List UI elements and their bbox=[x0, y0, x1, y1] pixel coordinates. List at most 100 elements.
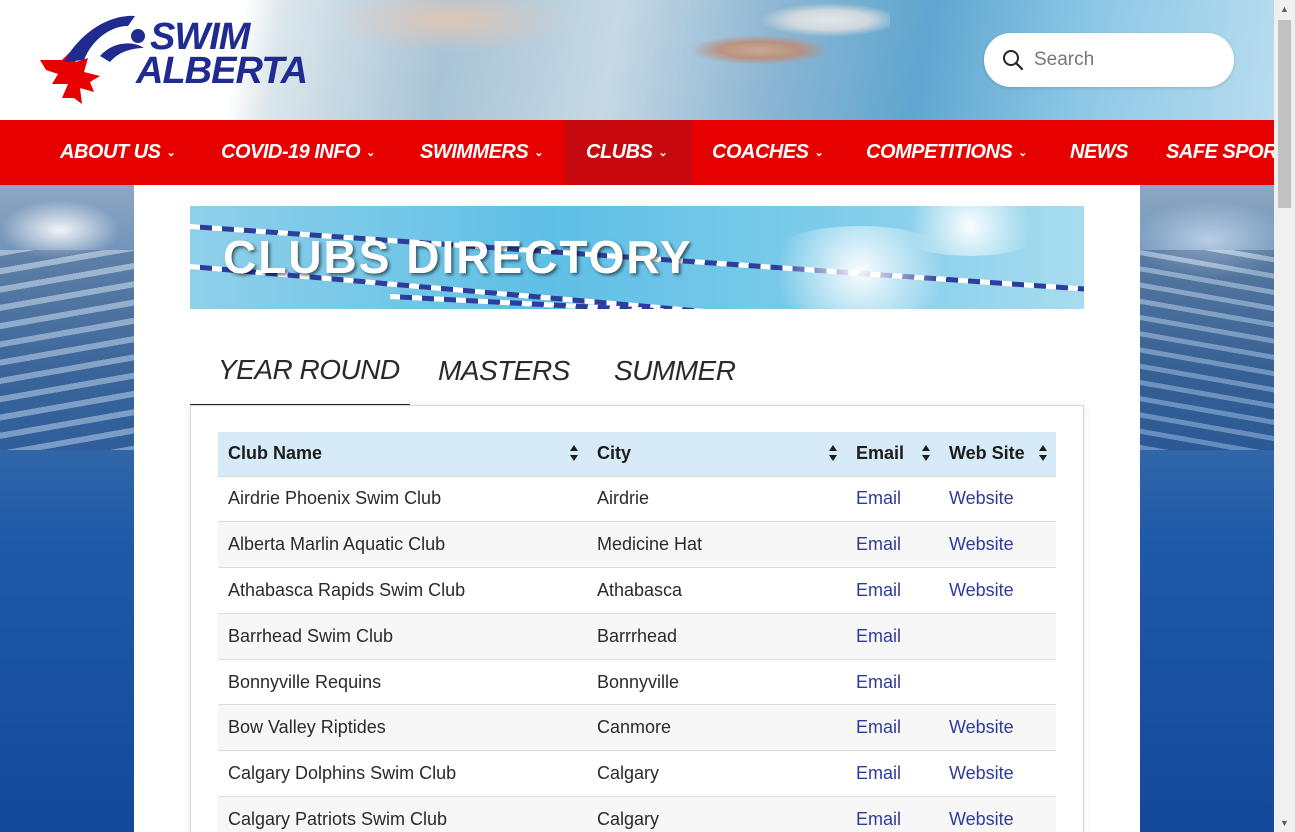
column-header-club-name[interactable]: Club Name bbox=[218, 432, 587, 476]
cell-city: Canmore bbox=[587, 704, 846, 751]
vertical-scrollbar[interactable]: ▲ ▼ bbox=[1274, 0, 1295, 832]
nav-item-label: SWIMMERS bbox=[420, 141, 529, 163]
nav-item-competitions[interactable]: COMPETITIONS ⌄ bbox=[846, 120, 1049, 185]
cell-website: Website bbox=[939, 750, 1056, 797]
nav-item-safe-sport[interactable]: SAFE SPOR bbox=[1146, 120, 1274, 185]
scroll-down-arrow-icon[interactable]: ▼ bbox=[1274, 814, 1295, 832]
email-link[interactable]: Email bbox=[856, 672, 901, 692]
scroll-up-arrow-icon[interactable]: ▲ bbox=[1274, 0, 1295, 18]
cell-club-name: Athabasca Rapids Swim Club bbox=[218, 567, 587, 614]
chevron-down-icon: ⌄ bbox=[1018, 147, 1027, 159]
cell-club-name: Bow Valley Riptides bbox=[218, 704, 587, 751]
website-link[interactable]: Website bbox=[949, 488, 1014, 508]
cell-email: Email bbox=[846, 475, 939, 522]
cell-club-name: Alberta Marlin Aquatic Club bbox=[218, 521, 587, 568]
search-input[interactable] bbox=[1034, 49, 1214, 71]
tab-summer[interactable]: SUMMER bbox=[614, 335, 736, 406]
cell-club-name: Barrhead Swim Club bbox=[218, 612, 587, 660]
nav-item-swimmers[interactable]: SWIMMERS ⌄ bbox=[360, 120, 565, 185]
cell-city: Calgary bbox=[587, 796, 846, 832]
clubs-table-container: Club Name City Email Web Site Airdrie Ph… bbox=[190, 405, 1084, 832]
website-link[interactable]: Website bbox=[949, 763, 1014, 783]
nav-item-coaches[interactable]: COACHES ⌄ bbox=[692, 120, 845, 185]
email-link[interactable]: Email bbox=[856, 626, 901, 646]
nav-item-news[interactable]: NEWS bbox=[1050, 120, 1150, 185]
table-row: Alberta Marlin Aquatic Club Medicine Hat… bbox=[218, 521, 1056, 568]
site-header: SWIM ALBERTA bbox=[0, 0, 1274, 120]
nav-item-label: CLUBS bbox=[586, 141, 653, 163]
sort-icon bbox=[570, 445, 578, 461]
column-header-label: Club Name bbox=[228, 443, 323, 464]
email-link[interactable]: Email bbox=[856, 763, 901, 783]
nav-item-label: COMPETITIONS bbox=[866, 141, 1013, 163]
chevron-down-icon: ⌄ bbox=[534, 147, 543, 159]
table-row: Athabasca Rapids Swim Club Athabasca Ema… bbox=[218, 567, 1056, 614]
email-link[interactable]: Email bbox=[856, 717, 901, 737]
cell-club-name: Bonnyville Requins bbox=[218, 658, 587, 705]
table-row: Calgary Dolphins Swim Club Calgary Email… bbox=[218, 750, 1056, 797]
email-link[interactable]: Email bbox=[856, 488, 901, 508]
chevron-down-icon: ⌄ bbox=[814, 147, 824, 159]
cell-email: Email bbox=[846, 750, 939, 797]
logo-text-alberta: ALBERTA bbox=[136, 50, 308, 92]
swim-alberta-logo[interactable]: SWIM ALBERTA bbox=[40, 12, 308, 107]
cell-city: Calgary bbox=[587, 750, 846, 797]
cell-club-name: Airdrie Phoenix Swim Club bbox=[218, 475, 587, 522]
cell-email: Email bbox=[846, 612, 939, 660]
website-link[interactable]: Website bbox=[949, 717, 1014, 737]
nav-item-label: NEWS bbox=[1070, 141, 1129, 163]
main-nav: ABOUT US ⌄ COVID-19 INFO ⌄ SWIMMERS ⌄ CLUBS… bbox=[0, 120, 1274, 185]
lane-rope bbox=[389, 294, 1084, 309]
email-link[interactable]: Email bbox=[856, 809, 901, 829]
cell-email: Email bbox=[846, 658, 939, 705]
cell-email: Email bbox=[846, 704, 939, 751]
nav-item-label: SAFE SPOR bbox=[1166, 141, 1274, 163]
nav-item-label: ABOUT US bbox=[60, 141, 161, 163]
cell-website bbox=[939, 612, 1056, 660]
cell-website: Website bbox=[939, 796, 1056, 832]
column-header-city[interactable]: City bbox=[587, 432, 846, 476]
column-header-label: Web Site bbox=[949, 443, 1025, 464]
page-title: CLUBS DIRECTORY bbox=[223, 231, 693, 283]
table-row: Bow Valley Riptides Canmore Email Websit… bbox=[218, 704, 1056, 751]
nav-item-label: COACHES bbox=[712, 141, 809, 163]
tab-masters[interactable]: MASTERS bbox=[438, 335, 570, 406]
nav-item-label: COVID-19 INFO bbox=[221, 141, 361, 163]
cell-website: Website bbox=[939, 521, 1056, 568]
page-banner: CLUBS DIRECTORY bbox=[190, 206, 1084, 309]
header-swimmer-image bbox=[330, 0, 890, 120]
website-link[interactable]: Website bbox=[949, 809, 1014, 829]
cell-city: Airdrie bbox=[587, 475, 846, 522]
column-header-website[interactable]: Web Site bbox=[939, 432, 1056, 476]
table-row: Bonnyville Requins Bonnyville Email bbox=[218, 658, 1056, 705]
cell-club-name: Calgary Dolphins Swim Club bbox=[218, 750, 587, 797]
clubs-table: Club Name City Email Web Site Airdrie Ph… bbox=[218, 432, 1056, 832]
nav-item-clubs[interactable]: CLUBS ⌄ bbox=[565, 120, 692, 185]
cell-website: Website bbox=[939, 475, 1056, 522]
cell-website: Website bbox=[939, 704, 1056, 751]
tab-year-round[interactable]: YEAR ROUND bbox=[190, 335, 410, 406]
cell-city: Athabasca bbox=[587, 567, 846, 614]
sort-icon bbox=[829, 445, 837, 461]
email-link[interactable]: Email bbox=[856, 580, 901, 600]
cell-club-name: Calgary Patriots Swim Club bbox=[218, 796, 587, 832]
search-icon bbox=[1003, 50, 1024, 71]
search-box[interactable] bbox=[984, 33, 1234, 87]
cell-city: Barrrhead bbox=[587, 612, 846, 660]
email-link[interactable]: Email bbox=[856, 534, 901, 554]
table-row: Calgary Patriots Swim Club Calgary Email… bbox=[218, 796, 1056, 832]
club-type-tabs: YEAR ROUND MASTERS SUMMER bbox=[190, 335, 1084, 406]
website-link[interactable]: Website bbox=[949, 580, 1014, 600]
background-water-left bbox=[0, 250, 134, 450]
content-panel: CLUBS DIRECTORY YEAR ROUND MASTERS SUMME… bbox=[134, 185, 1140, 832]
cell-email: Email bbox=[846, 567, 939, 614]
table-row: Barrhead Swim Club Barrrhead Email bbox=[218, 612, 1056, 660]
website-link[interactable]: Website bbox=[949, 534, 1014, 554]
cell-website: Website bbox=[939, 567, 1056, 614]
scrollbar-thumb[interactable] bbox=[1278, 20, 1291, 208]
column-header-email[interactable]: Email bbox=[846, 432, 939, 476]
cell-email: Email bbox=[846, 796, 939, 832]
cell-email: Email bbox=[846, 521, 939, 568]
column-header-label: City bbox=[597, 443, 632, 464]
sort-icon bbox=[922, 445, 930, 461]
